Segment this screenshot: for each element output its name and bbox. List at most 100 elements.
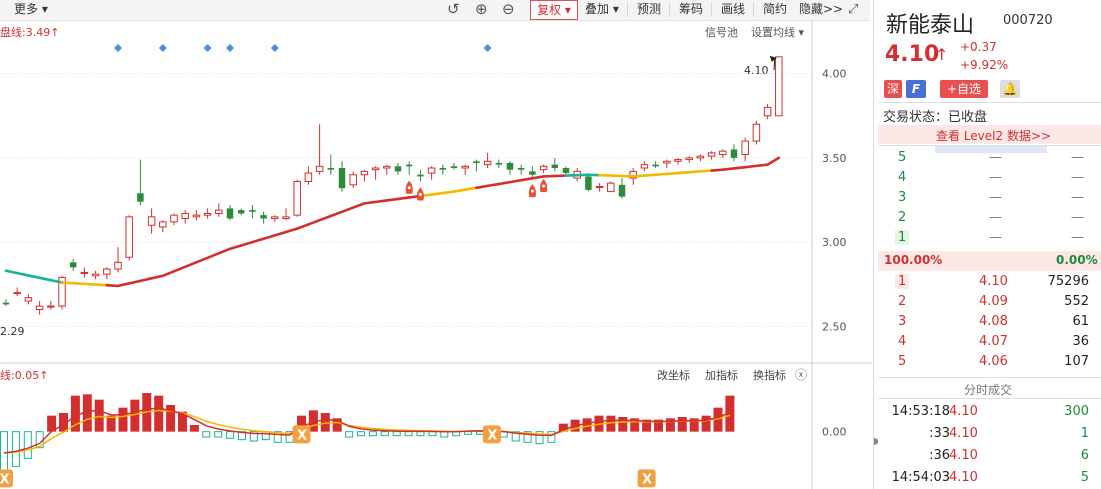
candle-body — [371, 167, 380, 171]
cross-signal-glyph: X — [642, 472, 652, 487]
ticks-title: 分时成交 — [964, 383, 1013, 397]
ma-line-segment — [38, 276, 53, 282]
candle-body — [215, 209, 223, 214]
candle-body — [427, 167, 436, 174]
sell-level: 5 — [898, 150, 907, 165]
ma-line-segment — [329, 210, 344, 218]
candle-body — [137, 193, 144, 202]
ma-line-segment — [183, 261, 198, 269]
candle-body — [125, 216, 133, 258]
tick-volume: 6 — [1080, 448, 1089, 463]
ma-line-segment — [766, 156, 781, 166]
ma-line-segment — [497, 180, 512, 186]
signal-diamond-icon — [114, 44, 122, 52]
ma-line-segment — [262, 234, 277, 241]
signal-diamond-icon — [158, 44, 167, 52]
tick-time: :33 — [929, 426, 950, 441]
level2-link[interactable]: 查看 Level2 数据>> — [936, 127, 1051, 144]
ma-line-segment — [508, 178, 523, 184]
candle-body — [775, 56, 783, 117]
rocket-window — [418, 192, 422, 196]
flash-f-icon[interactable]: F — [906, 80, 926, 98]
macd-bar — [23, 431, 32, 459]
candle-body — [35, 305, 44, 310]
candle-body — [483, 160, 492, 166]
tick-price: 4.10 — [949, 426, 978, 441]
buy-volume: 36 — [1072, 334, 1089, 349]
macd-bar — [345, 431, 354, 438]
y-tick-label: 3.50 — [822, 152, 847, 165]
ma-line-segment — [732, 165, 747, 170]
candle-body — [304, 172, 313, 182]
candle-body — [237, 210, 245, 214]
buy-volume: 552 — [1064, 294, 1089, 309]
macd-bar — [202, 431, 211, 438]
candle-body — [69, 262, 77, 268]
dea-line — [3, 409, 731, 454]
ma-line-segment — [743, 164, 758, 169]
ma-line-segment — [721, 167, 736, 171]
macd-bar — [11, 431, 20, 467]
candle-body — [394, 166, 402, 172]
candle-body — [2, 302, 10, 305]
ma-line-segment — [150, 274, 165, 280]
quote-panel: 新能泰山 000720 4.10 ↑ +0.37 +9.92% 深 F +自选 … — [878, 0, 1101, 489]
y-tick-label: 3.00 — [822, 236, 847, 249]
buy-volume: 61 — [1072, 314, 1089, 329]
price-up-arrow-icon: ↑ — [935, 45, 949, 64]
tick-price: 4.10 — [949, 470, 978, 485]
sell-price: — — [989, 190, 1002, 205]
ma-line-segment — [228, 244, 243, 251]
sell-volume: — — [1071, 190, 1084, 205]
rocket-window — [530, 189, 534, 193]
buy-price: 4.06 — [979, 354, 1008, 369]
buy-level: 2 — [898, 294, 907, 309]
ma-line-segment — [4, 269, 19, 275]
add-favorite-button[interactable]: +自选 — [940, 80, 988, 98]
ma-line-segment — [519, 177, 534, 182]
tick-volume: 1 — [1080, 426, 1089, 441]
macd-bar — [380, 431, 389, 437]
candle-body — [383, 165, 391, 169]
macd-bar — [701, 415, 711, 432]
macd-bar — [404, 431, 413, 437]
rocket-window — [542, 184, 546, 188]
ma-line-segment — [665, 171, 680, 176]
cross-signal-glyph: X — [487, 428, 497, 443]
candle-body — [551, 164, 559, 168]
candle-body — [741, 140, 749, 156]
tick-time: 14:53:18 — [891, 404, 950, 419]
candle-body — [103, 268, 111, 275]
candle-body — [562, 168, 570, 174]
candle-body — [730, 149, 738, 158]
buy-price: 4.09 — [979, 294, 1008, 309]
macd-bar — [428, 431, 437, 437]
price-change-pct: +9.92% — [960, 58, 1009, 72]
bell-alert-icon[interactable]: 🔔 — [1000, 80, 1020, 98]
candle-body — [91, 273, 100, 277]
ma-line-segment — [475, 184, 489, 190]
candle-body — [417, 174, 424, 177]
candle-body — [327, 168, 335, 170]
macd-bar — [677, 417, 687, 432]
tick-price: 4.10 — [949, 448, 978, 463]
ma-line-segment — [363, 200, 377, 205]
candle-body — [282, 216, 290, 220]
macd-bar — [368, 431, 377, 437]
sell-price: — — [989, 210, 1002, 225]
candle-body — [170, 214, 178, 223]
ma-line-segment — [430, 191, 445, 196]
sell-volume: — — [1071, 210, 1084, 225]
candle-body — [640, 164, 649, 169]
ma-line-segment — [105, 283, 120, 288]
candle-body — [315, 165, 324, 172]
tick-time: 14:54:03 — [891, 470, 950, 485]
ma-line-segment — [161, 269, 176, 278]
ma-line-segment — [116, 282, 131, 288]
ma-line-segment — [15, 271, 30, 277]
ma-line-segment — [251, 237, 265, 244]
buy-level: 5 — [898, 354, 907, 369]
macd-bar — [665, 418, 675, 432]
ma-line-segment — [195, 256, 209, 264]
ma-line-segment — [687, 170, 702, 174]
